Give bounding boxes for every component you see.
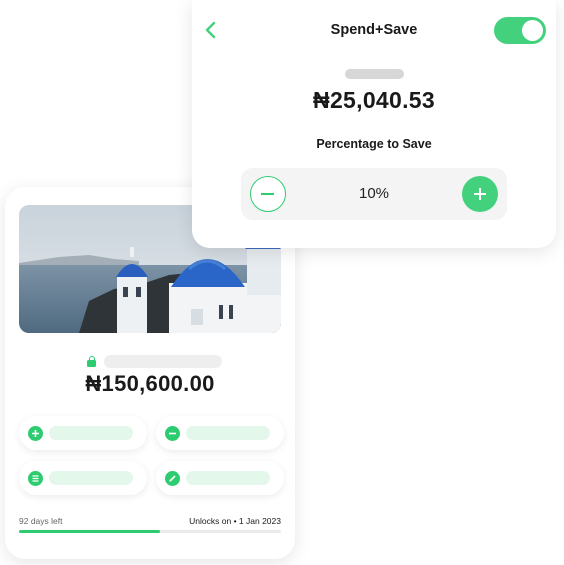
goal-name-placeholder xyxy=(104,354,222,368)
withdraw-label-placeholder xyxy=(186,426,270,440)
unlock-date: Unlocks on • 1 Jan 2023 xyxy=(189,516,281,526)
add-funds-label-placeholder xyxy=(49,426,133,440)
edit-goal-label-placeholder xyxy=(186,471,270,485)
transactions-button[interactable] xyxy=(19,461,147,495)
unlocks-date: 1 Jan 2023 xyxy=(238,516,281,526)
goal-name-row xyxy=(87,354,222,368)
minus-icon xyxy=(165,425,180,441)
goal-amount: ₦150,600.00 xyxy=(85,371,215,396)
increase-percentage-button[interactable] xyxy=(462,176,498,212)
unlocks-label: Unlocks on xyxy=(189,516,232,526)
transactions-label-placeholder xyxy=(49,471,133,485)
percentage-stepper: 10% xyxy=(241,168,507,220)
days-left: 92 days left xyxy=(19,516,63,526)
pencil-icon xyxy=(165,470,180,486)
add-funds-button[interactable] xyxy=(19,416,147,450)
spend-save-toggle[interactable] xyxy=(494,17,546,44)
withdraw-button[interactable] xyxy=(156,416,284,450)
balance-label-placeholder xyxy=(345,69,404,79)
edit-goal-button[interactable] xyxy=(156,461,284,495)
percentage-label: Percentage to Save xyxy=(316,137,432,151)
balance-amount: ₦25,040.53 xyxy=(313,87,435,113)
goal-progress-bar xyxy=(19,530,281,533)
list-icon xyxy=(28,470,43,486)
spend-save-card: Spend+Save ₦25,040.53 Percentage to Save… xyxy=(192,0,556,248)
plus-icon xyxy=(28,425,43,441)
goal-progress-fill xyxy=(19,530,161,533)
toggle-knob xyxy=(522,20,543,41)
lock-icon xyxy=(87,355,96,367)
